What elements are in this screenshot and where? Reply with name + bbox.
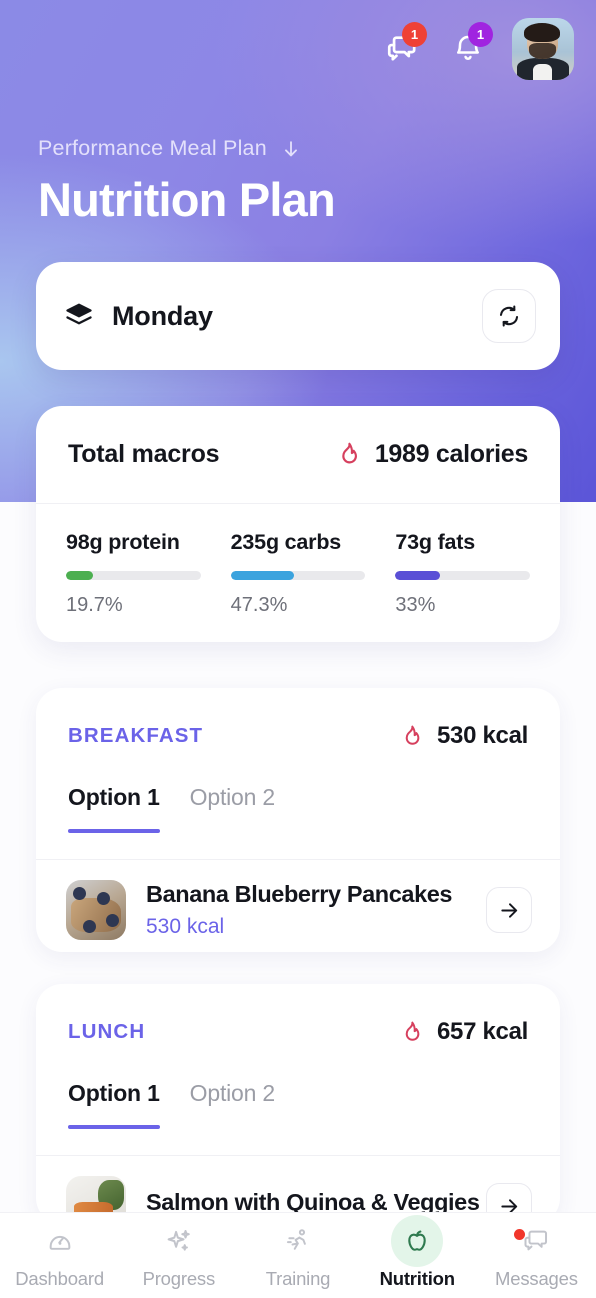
nav-icon-wrap <box>514 1221 558 1261</box>
sparkles-icon <box>167 1229 190 1251</box>
meal-option-tabs: Option 1 Option 2 <box>36 1080 560 1156</box>
day-label: Monday <box>112 300 213 331</box>
meal-section-lunch: LUNCH 657 kcal Option 1 Option 2 Salmon … <box>36 984 560 1224</box>
open-meal-button[interactable] <box>486 887 532 933</box>
arrow-down-icon <box>284 140 297 156</box>
flame-icon <box>342 442 357 464</box>
tab-option-1[interactable]: Option 1 <box>68 784 160 833</box>
meal-option-tabs: Option 1 Option 2 <box>36 784 560 860</box>
nav-icon-wrap <box>391 1215 444 1267</box>
nav-label: Nutrition <box>379 1268 455 1289</box>
top-action-bar: 1 1 <box>380 18 574 80</box>
plan-selector[interactable]: Performance Meal Plan <box>38 136 302 161</box>
refresh-icon <box>499 305 519 327</box>
layers-icon <box>66 303 92 325</box>
macro-protein: 98g protein 19.7% <box>66 530 201 617</box>
macros-list: 98g protein 19.7% 235g carbs 47.3% 73g f… <box>36 504 560 617</box>
macros-header: Total macros 1989 calories <box>36 406 560 504</box>
notifications-badge: 1 <box>468 22 493 47</box>
meal-thumbnail <box>66 880 126 940</box>
day-selector-left: Monday <box>64 301 482 332</box>
meal-item-row[interactable]: Banana Blueberry Pancakes 530 kcal <box>36 860 560 940</box>
tab-label: Option 1 <box>68 784 160 810</box>
macro-label: 73g fats <box>395 530 475 554</box>
meal-kind-label: LUNCH <box>68 1020 146 1043</box>
nav-item-messages[interactable]: Messages <box>477 1221 596 1290</box>
macro-carbs: 235g carbs 47.3% <box>230 530 366 617</box>
nav-icon-wrap <box>38 1221 82 1261</box>
macro-label: 235g carbs <box>230 530 342 554</box>
flame-icon <box>405 1021 420 1041</box>
macro-label: 98g protein <box>66 530 180 554</box>
meal-kcal-value: 530 kcal <box>436 722 528 749</box>
arrow-right-icon <box>500 902 517 918</box>
meal-section-breakfast: BREAKFAST 530 kcal Option 1 Option 2 Ban… <box>36 688 560 952</box>
tab-label: Option 1 <box>68 1080 160 1106</box>
apple-icon <box>408 1230 426 1251</box>
nav-item-dashboard[interactable]: Dashboard <box>0 1221 119 1290</box>
meal-header: LUNCH 657 kcal <box>36 984 560 1080</box>
total-calories: 1989 calories <box>335 440 528 469</box>
total-macros-card: Total macros 1989 calories 98g protein 1… <box>36 406 560 642</box>
nav-label: Training <box>265 1268 331 1289</box>
page-title: Nutrition Plan <box>38 173 336 226</box>
macro-percent: 47.3% <box>230 594 288 616</box>
macro-progress-track <box>395 571 531 580</box>
meal-item-info: Banana Blueberry Pancakes 530 kcal <box>146 881 466 939</box>
meal-calories: 657 kcal <box>399 1018 528 1046</box>
macro-progress-track <box>66 571 201 580</box>
meal-calories: 530 kcal <box>399 722 528 750</box>
refresh-day-button[interactable] <box>482 289 536 343</box>
macro-progress-fill <box>230 571 295 580</box>
meal-item-name: Banana Blueberry Pancakes <box>146 881 453 907</box>
flame-icon <box>405 725 420 745</box>
tab-option-2[interactable]: Option 2 <box>189 784 276 833</box>
bottom-navigation: Dashboard Progress Training Nutrition Me… <box>0 1212 596 1298</box>
macro-percent: 19.7% <box>66 594 123 616</box>
nav-item-training[interactable]: Training <box>238 1221 357 1290</box>
messages-badge: 1 <box>402 22 427 47</box>
meal-item-kcal: 530 kcal <box>146 915 225 938</box>
meal-kcal-value: 657 kcal <box>436 1018 528 1045</box>
macro-progress-fill <box>395 571 440 580</box>
tab-option-2[interactable]: Option 2 <box>189 1080 276 1129</box>
running-icon <box>286 1229 306 1250</box>
nav-item-nutrition[interactable]: Nutrition <box>358 1215 477 1290</box>
nav-label: Progress <box>142 1268 216 1289</box>
messages-button[interactable]: 1 <box>380 22 427 71</box>
tab-label: Option 2 <box>189 1080 276 1106</box>
avatar-shirt <box>533 63 552 80</box>
avatar-beard <box>528 42 556 59</box>
macros-title: Total macros <box>68 440 220 468</box>
avatar[interactable] <box>512 18 574 80</box>
chat-bubbles-icon <box>524 1230 548 1251</box>
macro-percent: 33% <box>395 594 436 616</box>
macro-progress-fill <box>66 571 93 580</box>
meal-header: BREAKFAST 530 kcal <box>36 688 560 784</box>
notifications-button[interactable]: 1 <box>446 22 493 71</box>
tab-option-1[interactable]: Option 1 <box>68 1080 160 1129</box>
nav-label: Dashboard <box>15 1268 104 1289</box>
nav-label: Messages <box>495 1268 578 1289</box>
nav-icon-wrap <box>157 1221 201 1261</box>
day-selector-card[interactable]: Monday <box>36 262 560 370</box>
meal-kind-label: BREAKFAST <box>68 724 204 747</box>
gauge-icon <box>49 1235 70 1250</box>
macro-progress-track <box>230 571 366 580</box>
nav-icon-wrap <box>276 1221 320 1261</box>
plan-name: Performance Meal Plan <box>38 136 267 160</box>
avatar-hair <box>524 22 561 42</box>
macro-fats: 73g fats 33% <box>395 530 531 617</box>
calories-value: 1989 calories <box>374 440 528 468</box>
nav-item-progress[interactable]: Progress <box>119 1221 238 1290</box>
tab-label: Option 2 <box>189 784 276 810</box>
